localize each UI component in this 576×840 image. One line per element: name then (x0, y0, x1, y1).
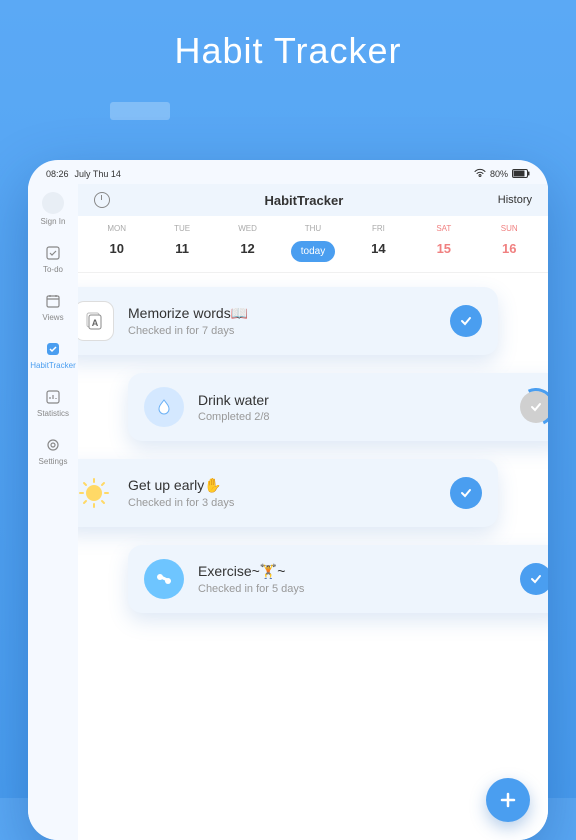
cal-day[interactable]: FRI14 (346, 224, 411, 262)
cal-day-today[interactable]: THUtoday (280, 224, 345, 262)
habit-title: Memorize words📖 (128, 305, 436, 322)
cal-day[interactable]: TUE11 (149, 224, 214, 262)
sidebar-item-todo[interactable]: To-do (43, 244, 63, 274)
habits-list: A Memorize words📖 Checked in for 7 days D… (78, 273, 548, 645)
add-habit-button[interactable] (486, 778, 530, 822)
top-bar: HabitTracker History (78, 184, 548, 216)
sidebar-item-statistics[interactable]: Statistics (37, 388, 69, 418)
hero-title: Habit Tracker (0, 30, 576, 72)
cal-day[interactable]: SAT15 (411, 224, 476, 262)
sidebar-item-habittracker[interactable]: HabitTracker (30, 340, 76, 370)
habit-icon (44, 340, 62, 358)
habit-title: Get up early✋ (128, 477, 436, 494)
sidebar-item-settings[interactable]: Settings (39, 436, 68, 466)
water-icon (144, 387, 184, 427)
habit-sub: Completed 2/8 (198, 411, 506, 423)
history-link[interactable]: History (498, 194, 532, 206)
cal-day[interactable]: MON10 (84, 224, 149, 262)
dumbbell-icon (144, 559, 184, 599)
todo-icon (44, 244, 62, 262)
cal-day[interactable]: SUN16 (477, 224, 542, 262)
cal-day[interactable]: WED12 (215, 224, 280, 262)
stats-icon (44, 388, 62, 406)
sidebar-label: Sign In (41, 217, 66, 226)
sidebar: Sign In To-do Views HabitTracker Statist… (28, 184, 78, 840)
habit-card[interactable]: Exercise~🏋️~ Checked in for 5 days (128, 545, 548, 613)
habit-title: Exercise~🏋️~ (198, 563, 506, 580)
habit-sub: Checked in for 7 days (128, 325, 436, 337)
check-button-pending[interactable] (520, 391, 548, 423)
check-button[interactable] (450, 477, 482, 509)
status-date: July Thu 14 (75, 169, 121, 179)
sidebar-label: HabitTracker (30, 361, 76, 370)
avatar-icon (42, 192, 64, 214)
habit-card[interactable]: Drink water Completed 2/8 (128, 373, 548, 441)
habit-card[interactable]: A Memorize words📖 Checked in for 7 days (78, 287, 498, 355)
main-panel: HabitTracker History MON10 TUE11 WED12 T… (78, 184, 548, 840)
calendar-icon (44, 292, 62, 310)
svg-text:A: A (92, 318, 99, 328)
habit-card[interactable]: Get up early✋ Checked in for 3 days (78, 459, 498, 527)
wifi-icon (474, 168, 486, 180)
check-button[interactable] (520, 563, 548, 595)
battery-percent: 80% (490, 169, 508, 179)
sun-icon (78, 473, 114, 513)
sidebar-label: Views (42, 313, 63, 322)
gear-icon (44, 436, 62, 454)
battery-icon (512, 169, 530, 180)
status-bar: 08:26 July Thu 14 80% (28, 160, 548, 184)
flashcard-icon: A (78, 301, 114, 341)
habit-sub: Checked in for 5 days (198, 583, 506, 595)
sidebar-label: To-do (43, 265, 63, 274)
today-pill: today (291, 241, 335, 262)
clock-icon[interactable] (94, 192, 110, 208)
check-button[interactable] (450, 305, 482, 337)
habit-sub: Checked in for 3 days (128, 497, 436, 509)
device-frame: 08:26 July Thu 14 80% Sign In To-do (28, 160, 548, 840)
habit-title: Drink water (198, 392, 506, 408)
status-time: 08:26 (46, 169, 69, 179)
app-title: HabitTracker (265, 193, 344, 208)
calendar-strip: MON10 TUE11 WED12 THUtoday FRI14 SAT15 S… (78, 216, 548, 273)
sidebar-item-signin[interactable]: Sign In (41, 192, 66, 226)
sidebar-label: Settings (39, 457, 68, 466)
sidebar-label: Statistics (37, 409, 69, 418)
sidebar-item-views[interactable]: Views (42, 292, 63, 322)
